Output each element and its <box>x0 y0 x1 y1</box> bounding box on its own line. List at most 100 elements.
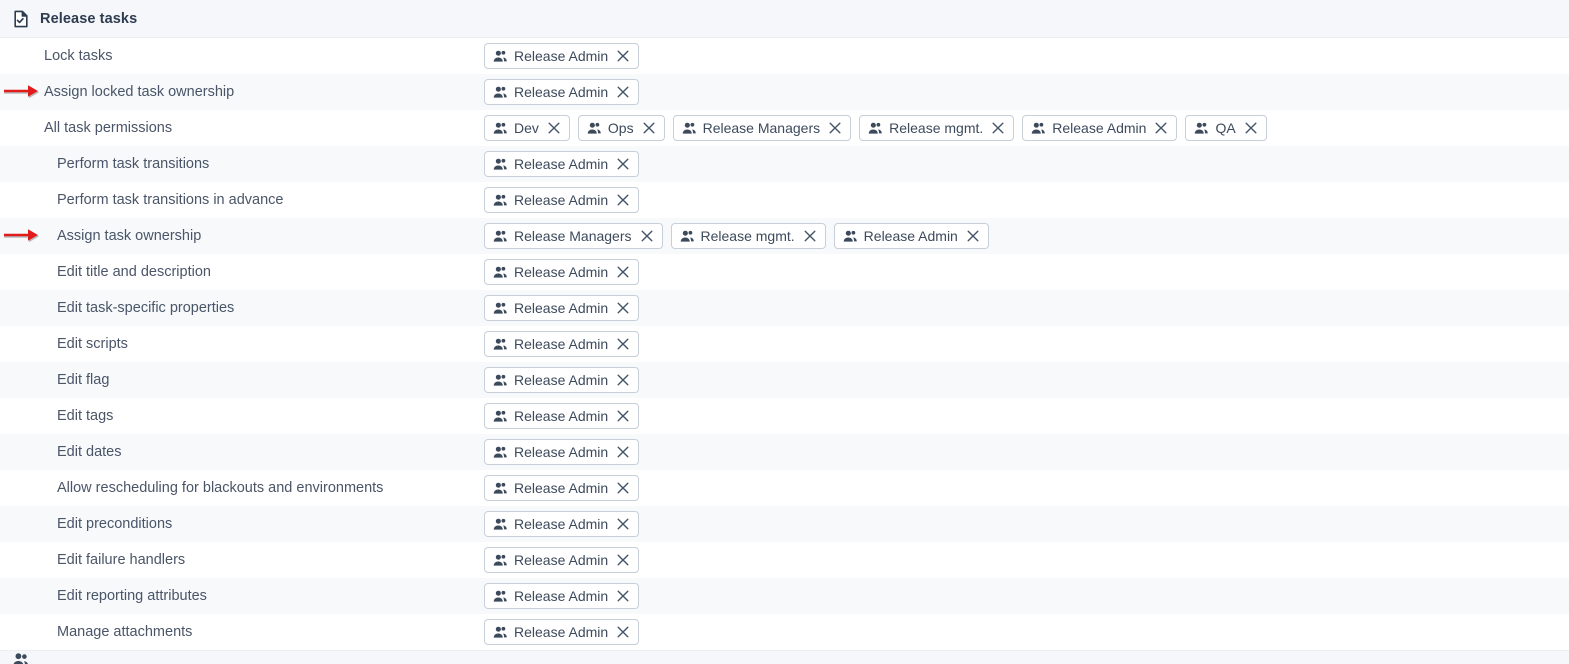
table-row-15[interactable]: Edit reporting attributes Release Admin <box>0 578 1569 614</box>
close-icon[interactable] <box>967 230 979 242</box>
people-icon <box>493 482 507 494</box>
role-tag[interactable]: Release Managers <box>484 223 663 249</box>
close-icon[interactable] <box>1155 122 1167 134</box>
role-tag-label: Release Admin <box>514 300 609 316</box>
role-tag[interactable]: QA <box>1185 115 1267 141</box>
role-tag-label: Release Admin <box>514 264 609 280</box>
permission-name: Edit flag <box>57 372 110 388</box>
table-row-2[interactable]: All task permissions Dev Ops Release Man… <box>0 110 1569 146</box>
role-tag[interactable]: Release Admin <box>484 439 640 465</box>
table-row-9[interactable]: Edit flag Release Admin <box>0 362 1569 398</box>
role-tag-label: Release mgmt. <box>700 228 795 244</box>
close-icon[interactable] <box>548 122 560 134</box>
role-tag-label: Release Admin <box>514 192 609 208</box>
table-row-12[interactable]: Allow rescheduling for blackouts and env… <box>0 470 1569 506</box>
role-tag[interactable]: Release Admin <box>484 367 640 393</box>
role-tag[interactable]: Release Admin <box>484 259 640 285</box>
table-row-4[interactable]: Perform task transitions in advance Rele… <box>0 182 1569 218</box>
role-tag-label: Release Admin <box>863 228 958 244</box>
close-icon[interactable] <box>992 122 1004 134</box>
role-tag[interactable]: Release Admin <box>833 223 989 249</box>
people-icon <box>493 410 507 422</box>
table-row-14[interactable]: Edit failure handlers Release Admin <box>0 542 1569 578</box>
role-tag-label: Release Admin <box>1052 120 1147 136</box>
close-icon[interactable] <box>804 230 816 242</box>
close-icon[interactable] <box>829 122 841 134</box>
people-icon <box>493 122 507 134</box>
role-tag-label: Release Admin <box>514 552 609 568</box>
role-tag[interactable]: Release Admin <box>484 619 640 645</box>
role-tag[interactable]: Release Admin <box>484 151 640 177</box>
table-row-13[interactable]: Edit preconditions Release Admin <box>0 506 1569 542</box>
people-icon <box>1195 122 1209 134</box>
close-icon[interactable] <box>617 590 629 602</box>
document-check-icon <box>14 10 28 27</box>
role-tag[interactable]: Release Admin <box>484 295 640 321</box>
permission-name: Allow rescheduling for blackouts and env… <box>57 480 384 496</box>
close-icon[interactable] <box>617 518 629 530</box>
assigned-roles: Release Admin <box>484 151 1569 177</box>
close-icon[interactable] <box>617 410 629 422</box>
release-tasks-permission-table: Release tasks Lock tasks Release Admin A… <box>0 0 1569 664</box>
table-row-10[interactable]: Edit tags Release Admin <box>0 398 1569 434</box>
close-icon[interactable] <box>617 554 629 566</box>
table-row-6[interactable]: Edit title and description Release Admin <box>0 254 1569 290</box>
close-icon[interactable] <box>641 230 653 242</box>
assigned-roles: Release Admin <box>484 547 1569 573</box>
close-icon[interactable] <box>1245 122 1257 134</box>
people-icon <box>1032 122 1046 134</box>
permission-name: Edit failure handlers <box>57 552 186 568</box>
role-tag-label: Release Admin <box>514 480 609 496</box>
role-tag[interactable]: Dev <box>484 115 570 141</box>
close-icon[interactable] <box>617 482 629 494</box>
close-icon[interactable] <box>643 122 655 134</box>
role-tag-label: Release Admin <box>514 588 609 604</box>
table-row-8[interactable]: Edit scripts Release Admin <box>0 326 1569 362</box>
people-icon <box>493 302 507 314</box>
permission-name: Edit preconditions <box>57 516 173 532</box>
people-icon <box>493 50 507 62</box>
role-tag[interactable]: Release Admin <box>484 403 640 429</box>
role-tag[interactable]: Release Admin <box>484 331 640 357</box>
table-row-3[interactable]: Perform task transitions Release Admin <box>0 146 1569 182</box>
close-icon[interactable] <box>617 302 629 314</box>
role-tag[interactable]: Release Admin <box>484 79 640 105</box>
role-tag[interactable]: Release Admin <box>484 511 640 537</box>
role-tag-label: Release Admin <box>514 156 609 172</box>
assigned-roles: Release Admin <box>484 259 1569 285</box>
role-tag[interactable]: Release Admin <box>484 547 640 573</box>
permission-name: Edit scripts <box>57 336 128 352</box>
close-icon[interactable] <box>617 626 629 638</box>
permission-name: Edit title and description <box>57 264 211 280</box>
close-icon[interactable] <box>617 86 629 98</box>
close-icon[interactable] <box>617 50 629 62</box>
people-icon <box>493 158 507 170</box>
close-icon[interactable] <box>617 194 629 206</box>
close-icon[interactable] <box>617 158 629 170</box>
role-tag[interactable]: Release mgmt. <box>670 223 826 249</box>
role-tag[interactable]: Release Admin <box>484 475 640 501</box>
close-icon[interactable] <box>617 338 629 350</box>
role-tag[interactable]: Release Admin <box>484 187 640 213</box>
table-row-7[interactable]: Edit task-specific properties Release Ad… <box>0 290 1569 326</box>
role-tag[interactable]: Release Managers <box>672 115 852 141</box>
close-icon[interactable] <box>617 446 629 458</box>
table-row-0[interactable]: Lock tasks Release Admin <box>0 38 1569 74</box>
role-tag-label: Dev <box>514 120 539 136</box>
permission-name: Assign task ownership <box>57 228 202 244</box>
role-tag[interactable]: Ops <box>577 115 665 141</box>
close-icon[interactable] <box>617 266 629 278</box>
role-tag[interactable]: Release Admin <box>1022 115 1178 141</box>
role-tag-label: Release Admin <box>514 444 609 460</box>
table-row-11[interactable]: Edit dates Release Admin <box>0 434 1569 470</box>
role-tag[interactable]: Release mgmt. <box>859 115 1015 141</box>
role-tag[interactable]: Release Admin <box>484 43 640 69</box>
role-tag[interactable]: Release Admin <box>484 583 640 609</box>
close-icon[interactable] <box>617 374 629 386</box>
table-row-16[interactable]: Manage attachments Release Admin <box>0 614 1569 650</box>
table-row-1[interactable]: Assign locked task ownership Release Adm… <box>0 74 1569 110</box>
table-row-5[interactable]: Assign task ownership Release Managers R… <box>0 218 1569 254</box>
assigned-roles: Release Managers Release mgmt. Release A… <box>484 223 1569 249</box>
assigned-roles: Release Admin <box>484 295 1569 321</box>
permission-name: Edit task-specific properties <box>57 300 235 316</box>
